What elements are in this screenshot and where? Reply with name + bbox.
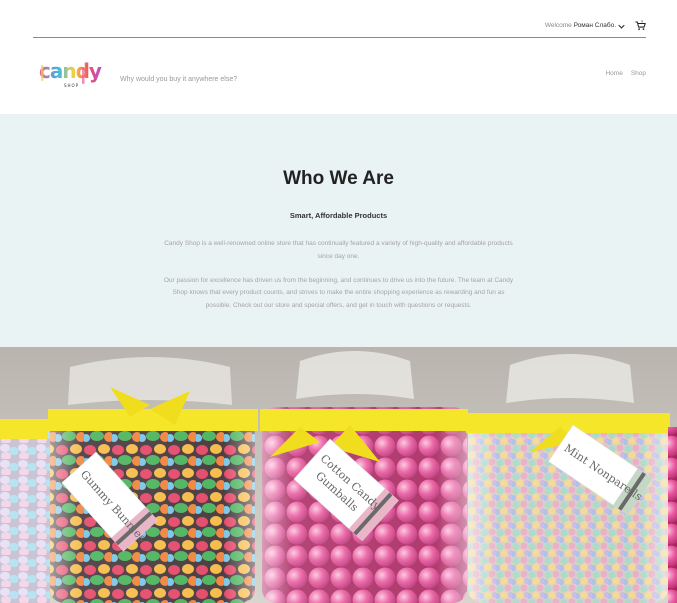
cart-icon[interactable]: 0 [635,20,646,31]
about-paragraph-1: Candy Shop is a well-renowned online sto… [164,240,513,260]
user-name: Роман Слабо. [573,22,616,29]
chevron-down-icon[interactable] [618,23,625,30]
site-header: candy SHOP Why would you buy it anywhere… [0,38,677,114]
logo-text: candy [39,59,102,83]
logo-subtext: SHOP [64,83,79,88]
top-bar: Welcome Роман Слабо. 0 [33,16,646,38]
section-title: Who We Are [283,168,394,189]
welcome-user[interactable]: Welcome Роман Слабо. [545,22,616,29]
main-nav: Home Shop [605,70,646,77]
about-paragraph-2: Our passion for excellence has driven us… [163,277,514,309]
section-subtitle: Smart, Affordable Products [289,211,388,220]
who-we-are-section: Who We Are Smart, Affordable Products Ca… [0,114,677,347]
candy-jars-image: Gummy Bunnies Cotton Candy Gumballs Mint… [0,347,677,603]
site-tagline: Why would you buy it anywhere else? [120,76,238,83]
welcome-label: Welcome [544,22,572,29]
nav-shop[interactable]: Shop [631,70,646,77]
cart-count: 0 [641,20,643,24]
nav-home[interactable]: Home [605,70,622,77]
candy-shop-logo[interactable]: candy SHOP [38,59,106,89]
